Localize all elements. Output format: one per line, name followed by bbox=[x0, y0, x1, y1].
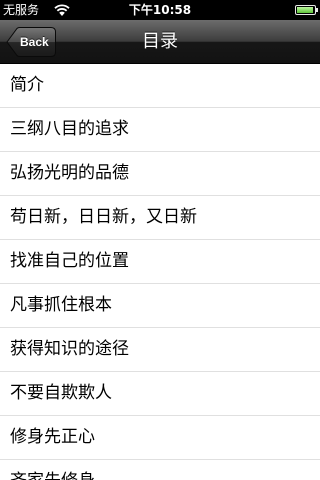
list-item[interactable]: 凡事抓住根本 bbox=[0, 284, 320, 328]
list-item[interactable]: 获得知识的途径 bbox=[0, 328, 320, 372]
toc-list: 简介 三纲八目的追求 弘扬光明的品德 苟日新，日日新，又日新 找准自己的位置 凡… bbox=[0, 64, 320, 480]
screen: 无服务 下午10:58 Back 目录 简介 三纲八目的追求 弘扬光明的品德 苟… bbox=[0, 0, 320, 480]
battery-icon bbox=[295, 5, 316, 15]
navigation-bar: Back 目录 bbox=[0, 20, 320, 64]
status-time: 下午10:58 bbox=[128, 3, 192, 17]
list-item[interactable]: 简介 bbox=[0, 64, 320, 108]
back-button[interactable]: Back bbox=[6, 27, 56, 57]
status-bar: 无服务 下午10:58 bbox=[0, 0, 320, 20]
list-item[interactable]: 齐家先修身 bbox=[0, 460, 320, 480]
list-item[interactable]: 三纲八目的追求 bbox=[0, 108, 320, 152]
list-item[interactable]: 苟日新，日日新，又日新 bbox=[0, 196, 320, 240]
page-title: 目录 bbox=[142, 31, 178, 52]
battery-tip bbox=[316, 8, 318, 12]
back-button-label: Back bbox=[20, 35, 49, 49]
list-item[interactable]: 不要自欺欺人 bbox=[0, 372, 320, 416]
list-item[interactable]: 弘扬光明的品德 bbox=[0, 152, 320, 196]
list-item[interactable]: 修身先正心 bbox=[0, 416, 320, 460]
list-item[interactable]: 找准自己的位置 bbox=[0, 240, 320, 284]
